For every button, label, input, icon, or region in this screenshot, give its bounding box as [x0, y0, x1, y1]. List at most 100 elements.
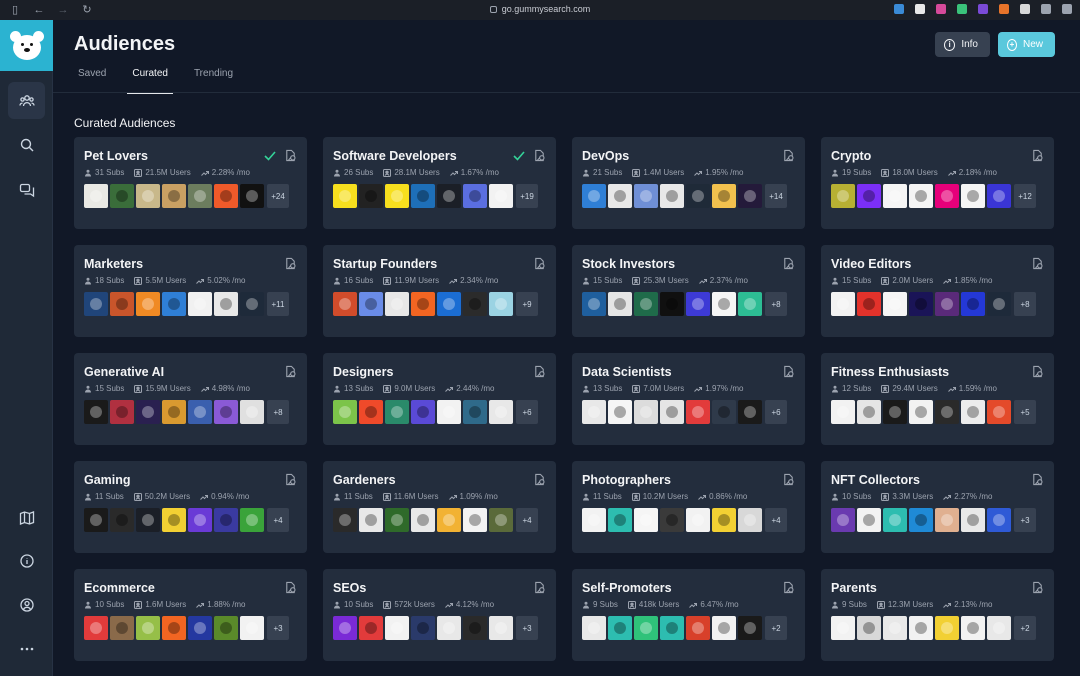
subreddit-avatar: [489, 184, 513, 208]
audience-card[interactable]: Photographers 11 Subs 10.2M Users 0.86% …: [572, 461, 805, 553]
extension-icon[interactable]: [936, 4, 946, 14]
save-audience-icon[interactable]: [1031, 149, 1044, 162]
audience-card[interactable]: Fitness Enthusiasts 12 Subs 29.4M Users …: [821, 353, 1054, 445]
save-audience-icon[interactable]: [533, 149, 546, 162]
save-audience-icon[interactable]: [1031, 365, 1044, 378]
save-audience-icon[interactable]: [284, 257, 297, 270]
audience-card[interactable]: Ecommerce 10 Subs 1.6M Users 1.88% /mo +…: [74, 569, 307, 661]
save-audience-icon[interactable]: [1031, 581, 1044, 594]
audience-card[interactable]: Gardeners 11 Subs 11.6M Users 1.09% /mo …: [323, 461, 556, 553]
audience-stats: 15 Subs 25.3M Users 2.37% /mo: [582, 276, 795, 285]
audience-card[interactable]: Designers 13 Subs 9.0M Users 2.44% /mo +…: [323, 353, 556, 445]
audience-card[interactable]: Video Editors 15 Subs 2.0M Users 1.85% /…: [821, 245, 1054, 337]
logo[interactable]: [0, 20, 53, 71]
audience-card[interactable]: NFT Collectors 10 Subs 3.3M Users 2.27% …: [821, 461, 1054, 553]
audience-name: Parents: [831, 581, 877, 595]
subreddit-avatar: [831, 292, 855, 316]
sidebar-item-more[interactable]: [8, 630, 45, 667]
sidebar-item-conversations[interactable]: [8, 171, 45, 208]
subs-count: 12 Subs: [842, 384, 872, 393]
save-audience-icon[interactable]: [284, 149, 297, 162]
save-audience-icon[interactable]: [782, 581, 795, 594]
audience-name: Startup Founders: [333, 257, 438, 271]
audience-card[interactable]: Pet Lovers 31 Subs 21.5M Users 2.28% /mo…: [74, 137, 307, 229]
users-count: 28.1M Users: [394, 168, 440, 177]
sidebar-item-guide[interactable]: [8, 499, 45, 536]
extension-icon[interactable]: [894, 4, 904, 14]
subs-stat: 11 Subs: [333, 492, 373, 501]
tab-bar: Saved Curated Trending: [74, 68, 254, 94]
save-audience-icon[interactable]: [1031, 257, 1044, 270]
new-button[interactable]: + New: [998, 32, 1055, 57]
save-audience-icon[interactable]: [533, 581, 546, 594]
save-audience-icon[interactable]: [533, 257, 546, 270]
save-audience-icon[interactable]: [1031, 473, 1044, 486]
audience-card[interactable]: Crypto 19 Subs 18.0M Users 2.18% /mo +12: [821, 137, 1054, 229]
extension-icon[interactable]: [978, 4, 988, 14]
group-icon: [832, 385, 838, 392]
subreddit-avatar: [857, 184, 881, 208]
save-audience-icon[interactable]: [533, 365, 546, 378]
audience-card[interactable]: Startup Founders 16 Subs 11.9M Users 2.3…: [323, 245, 556, 337]
sidebar-item-audiences[interactable]: [8, 82, 45, 119]
audience-stats: 9 Subs 418k Users 6.47% /mo: [582, 600, 795, 609]
subreddit-avatar: [909, 616, 933, 640]
tab-trending[interactable]: Trending: [189, 68, 238, 94]
extension-icon[interactable]: [1020, 4, 1030, 14]
audience-card[interactable]: DevOps 21 Subs 1.4M Users 1.95% /mo +14: [572, 137, 805, 229]
subreddit-avatar: [110, 292, 134, 316]
extension-icon[interactable]: [1041, 4, 1051, 14]
audience-name: NFT Collectors: [831, 473, 920, 487]
save-audience-icon[interactable]: [284, 581, 297, 594]
audience-card[interactable]: Parents 9 Subs 12.3M Users 2.13% /mo +2: [821, 569, 1054, 661]
save-audience-icon[interactable]: [284, 365, 297, 378]
audience-card[interactable]: Self-Promoters 9 Subs 418k Users 6.47% /…: [572, 569, 805, 661]
more-subs-count: +19: [516, 184, 538, 208]
subs-count: 10 Subs: [95, 600, 125, 609]
audience-card[interactable]: Stock Investors 15 Subs 25.3M Users 2.37…: [572, 245, 805, 337]
trend-up-icon: [694, 170, 703, 176]
growth-rate: 6.47% /mo: [700, 600, 739, 609]
save-audience-icon[interactable]: [782, 149, 795, 162]
audience-card[interactable]: SEOs 10 Subs 572k Users 4.12% /mo +3: [323, 569, 556, 661]
sidebar-item-info[interactable]: [8, 542, 45, 579]
card-actions: [533, 365, 546, 378]
growth-rate: 2.13% /mo: [954, 600, 993, 609]
save-audience-icon[interactable]: [284, 473, 297, 486]
info-button[interactable]: i Info: [935, 32, 990, 57]
audience-card[interactable]: Data Scientists 13 Subs 7.0M Users 1.97%…: [572, 353, 805, 445]
extension-icon[interactable]: [957, 4, 967, 14]
growth-rate: 2.27% /mo: [954, 492, 993, 501]
audience-card[interactable]: Software Developers 26 Subs 28.1M Users …: [323, 137, 556, 229]
card-actions: [1031, 581, 1044, 594]
subs-stat: 16 Subs: [333, 276, 373, 285]
audience-stats: 21 Subs 1.4M Users 1.95% /mo: [582, 168, 795, 177]
audience-card[interactable]: Marketers 18 Subs 5.5M Users 5.02% /mo +…: [74, 245, 307, 337]
sidebar-item-account[interactable]: [8, 586, 45, 623]
user-badge-icon: [876, 600, 885, 609]
users-stat: 5.5M Users: [134, 276, 186, 285]
users-count: 2.0M Users: [892, 276, 934, 285]
subreddit-avatar: [634, 292, 658, 316]
extension-icon[interactable]: [999, 4, 1009, 14]
group-icon: [334, 169, 340, 176]
users-stat: 418k Users: [627, 600, 679, 609]
save-audience-icon[interactable]: [533, 473, 546, 486]
tab-saved[interactable]: Saved: [74, 68, 111, 94]
audience-card[interactable]: Generative AI 15 Subs 15.9M Users 4.98% …: [74, 353, 307, 445]
tab-curated[interactable]: Curated: [127, 68, 173, 94]
subreddit-avatar: [136, 616, 160, 640]
sidebar-item-search[interactable]: [8, 126, 45, 163]
subreddit-avatar: [961, 184, 985, 208]
save-audience-icon[interactable]: [782, 365, 795, 378]
extension-icon[interactable]: [1062, 4, 1072, 14]
subreddit-avatar: [136, 508, 160, 532]
user-badge-icon: [631, 492, 640, 501]
save-audience-icon[interactable]: [782, 257, 795, 270]
extension-icon[interactable]: [915, 4, 925, 14]
save-audience-icon[interactable]: [782, 473, 795, 486]
subs-count: 13 Subs: [344, 384, 374, 393]
audience-card[interactable]: Gaming 11 Subs 50.2M Users 0.94% /mo +4: [74, 461, 307, 553]
audience-stats: 11 Subs 50.2M Users 0.94% /mo: [84, 492, 297, 501]
growth-rate: 1.88% /mo: [207, 600, 246, 609]
